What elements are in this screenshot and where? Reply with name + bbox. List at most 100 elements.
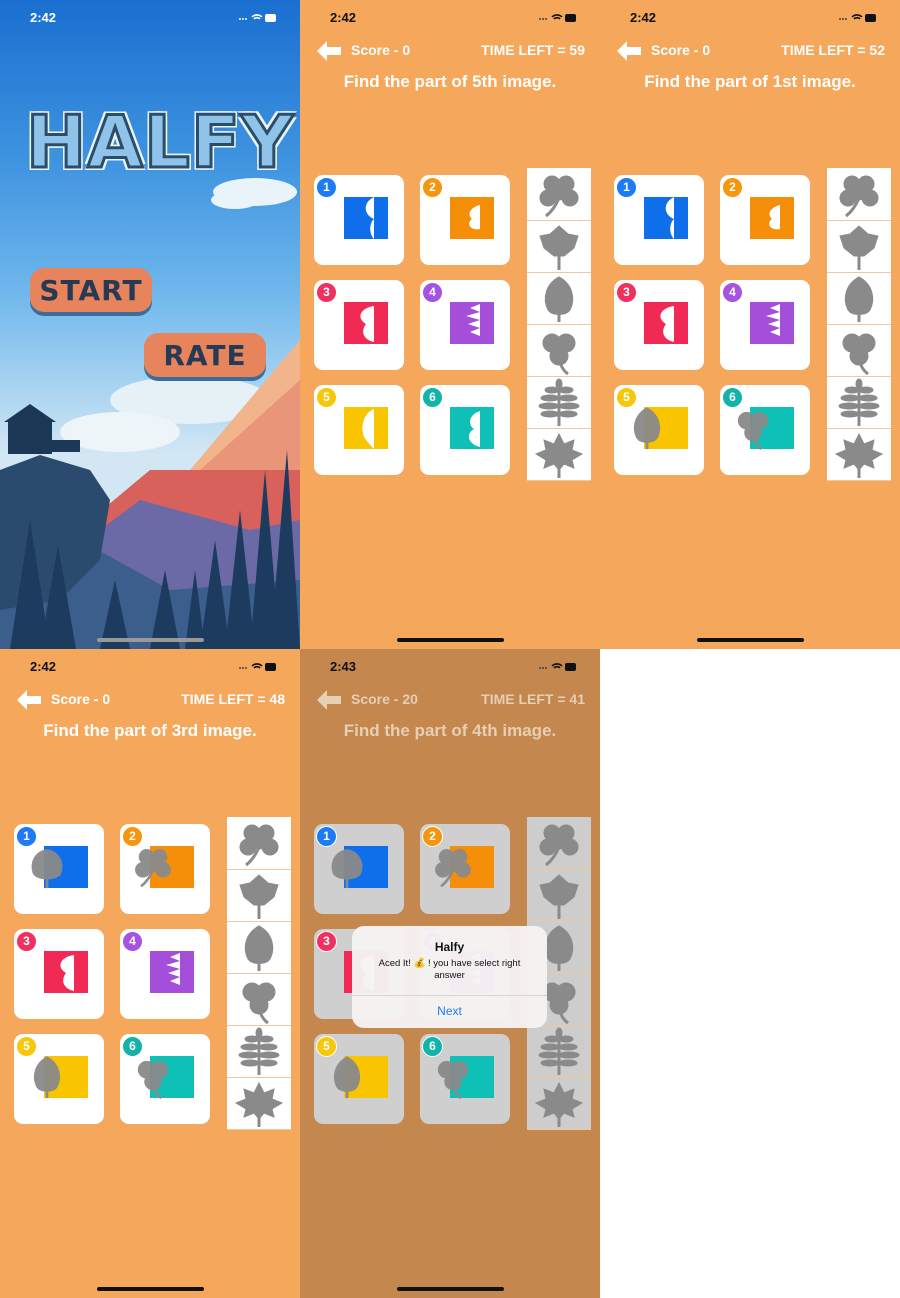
shape-choice-4[interactable]: [527, 324, 591, 377]
status-icons: [238, 660, 278, 678]
shape-choice-3[interactable]: [527, 272, 591, 325]
home-indicator: [97, 638, 204, 642]
game-header: Score - 0 TIME LEFT = 59: [300, 38, 600, 64]
time-left-label: TIME LEFT = 52: [781, 42, 885, 58]
score-label: Score - 0: [351, 42, 411, 58]
card-number-badge: 3: [316, 282, 337, 303]
shape-choice-2[interactable]: [227, 869, 291, 922]
card-number-badge: 4: [722, 282, 743, 303]
time-left-label: TIME LEFT = 59: [481, 42, 585, 58]
leaf-fern-icon: [538, 378, 580, 426]
home-indicator: [397, 638, 504, 642]
shape-choice-3[interactable]: [227, 921, 291, 974]
battery-icon: [539, 14, 576, 22]
game-header: Score - 0 TIME LEFT = 48: [0, 687, 300, 713]
shape-choice-5[interactable]: [827, 376, 891, 429]
leaf-oval-icon: [244, 925, 274, 971]
start-button[interactable]: START: [30, 268, 152, 312]
card-number-badge: 1: [316, 177, 337, 198]
image-card-5[interactable]: 5: [14, 1034, 104, 1124]
leaf-ivy-icon: [839, 225, 879, 270]
shape-choice-1[interactable]: [227, 817, 291, 870]
image-card-5[interactable]: 5: [314, 385, 404, 475]
image-card-1[interactable]: 1: [314, 175, 404, 265]
shape-choice-3[interactable]: [827, 272, 891, 325]
image-card-3[interactable]: 3: [614, 280, 704, 370]
shape-choice-strip: [227, 817, 291, 1130]
status-bar: 2:42: [0, 0, 300, 34]
alert-title: Halfy: [434, 940, 465, 954]
shape-choice-4[interactable]: [827, 324, 891, 377]
score-label: Score - 0: [51, 691, 111, 707]
leaf-ivy-icon: [239, 874, 279, 919]
next-button[interactable]: Next: [352, 1004, 547, 1018]
game-screen-3: 2:42 Score - 0 TIME LEFT = 48 Find the part…: [0, 649, 300, 1298]
alert-overlay: Halfy Aced It! 💰 ! you have select right …: [300, 649, 600, 1298]
image-card-2[interactable]: 2: [720, 175, 810, 265]
clover-three-icon: [542, 333, 576, 376]
shape-choice-2[interactable]: [827, 220, 891, 273]
leaf-ivy-icon: [539, 225, 579, 270]
image-card-1[interactable]: 1: [14, 824, 104, 914]
clover-four-icon: [239, 824, 279, 867]
leaf-oval-icon: [844, 276, 874, 322]
shape-choice-6[interactable]: [527, 428, 591, 481]
landscape-illustration: [0, 178, 300, 649]
game-screen-4: 2:43 Score - 20 TIME LEFT = 41 Find the par…: [300, 649, 600, 1298]
card-number-badge: 6: [722, 387, 743, 408]
image-card-3[interactable]: 3: [14, 929, 104, 1019]
status-bar: 2:42: [0, 649, 300, 683]
image-card-3[interactable]: 3: [314, 280, 404, 370]
alert-divider: [352, 995, 547, 996]
back-arrow-icon[interactable]: [616, 40, 642, 62]
question-prompt: Find the part of 3rd image.: [43, 721, 257, 740]
image-card-1[interactable]: 1: [614, 175, 704, 265]
card-number-badge: 4: [422, 282, 443, 303]
card-number-badge: 5: [16, 1036, 37, 1057]
shape-choice-4[interactable]: [227, 973, 291, 1026]
shape-choice-6[interactable]: [827, 428, 891, 481]
battery-icon: [839, 14, 876, 22]
image-card-2[interactable]: 2: [420, 175, 510, 265]
card-number-badge: 6: [422, 387, 443, 408]
leaf-fern-icon: [838, 378, 880, 426]
question-prompt: Find the part of 5th image.: [343, 72, 557, 91]
leaf-oval-icon: [544, 276, 574, 322]
image-card-6[interactable]: 6: [720, 385, 810, 475]
score-label: Score - 0: [651, 42, 711, 58]
image-card-2[interactable]: 2: [120, 824, 210, 914]
game-screen-2: 2:42 Score - 0 TIME LEFT = 52 Find the part…: [600, 0, 900, 649]
battery-icon: [239, 14, 276, 22]
card-number-badge: 3: [616, 282, 637, 303]
shape-choice-5[interactable]: [227, 1025, 291, 1078]
clover-three-icon: [242, 982, 276, 1025]
shape-choice-1[interactable]: [527, 168, 591, 221]
shape-choice-strip: [527, 168, 591, 481]
home-indicator: [397, 1287, 504, 1291]
halfy-logo: HALFY: [24, 99, 295, 186]
status-bar: 2:42: [600, 0, 900, 34]
image-card-4[interactable]: 4: [720, 280, 810, 370]
card-number-badge: 5: [616, 387, 637, 408]
image-card-4[interactable]: 4: [420, 280, 510, 370]
shape-choice-1[interactable]: [827, 168, 891, 221]
clover-four-icon: [539, 175, 579, 218]
status-time: 2:42: [630, 10, 657, 25]
image-card-6[interactable]: 6: [120, 1034, 210, 1124]
back-arrow-icon[interactable]: [316, 40, 342, 62]
shape-choice-2[interactable]: [527, 220, 591, 273]
shape-choice-6[interactable]: [227, 1077, 291, 1130]
leaf-maple-icon: [834, 432, 884, 478]
shape-choice-5[interactable]: [527, 376, 591, 429]
image-card-5[interactable]: 5: [614, 385, 704, 475]
question-prompt: Find the part of 1st image.: [644, 72, 856, 91]
card-number-badge: 3: [16, 931, 37, 952]
card-number-badge: 1: [16, 826, 37, 847]
status-icons: [238, 11, 278, 29]
back-arrow-icon[interactable]: [16, 689, 42, 711]
image-card-6[interactable]: 6: [420, 385, 510, 475]
card-number-badge: 2: [722, 177, 743, 198]
image-card-4[interactable]: 4: [120, 929, 210, 1019]
card-number-badge: 1: [616, 177, 637, 198]
rate-button[interactable]: RATE: [144, 333, 266, 377]
